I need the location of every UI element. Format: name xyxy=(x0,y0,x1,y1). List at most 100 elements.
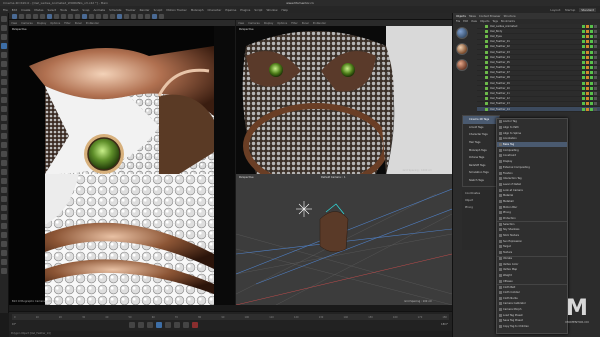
move-icon[interactable] xyxy=(33,13,38,19)
tag-icon[interactable] xyxy=(586,86,589,90)
menu-simulate[interactable]: Simulate xyxy=(109,8,121,12)
menu-tracker[interactable]: Tracker xyxy=(126,8,136,12)
tag-icon[interactable] xyxy=(590,40,593,44)
menu-character[interactable]: Character xyxy=(208,8,222,12)
tag-icon[interactable] xyxy=(586,107,589,111)
tag-icon[interactable] xyxy=(590,29,593,33)
play-button[interactable] xyxy=(156,322,162,328)
end-frame[interactable]: 180 F xyxy=(441,323,448,326)
menu-motion-tracker[interactable]: Motion Tracker xyxy=(166,8,186,12)
go-to-start-button[interactable] xyxy=(129,322,135,328)
tag-icon[interactable] xyxy=(590,24,593,28)
scene-icon[interactable] xyxy=(1,232,7,238)
viewport-menu-panel[interactable]: Panel xyxy=(302,22,309,25)
model-mode-icon[interactable] xyxy=(1,70,7,76)
tag-icon[interactable] xyxy=(590,76,593,80)
viewport-menu-panel[interactable]: Panel xyxy=(75,22,82,25)
tag-icon[interactable] xyxy=(582,97,585,101)
light-icon[interactable] xyxy=(1,223,7,229)
context-menu-item[interactable]: Copy Tag to Children xyxy=(497,324,567,330)
tag-category-item[interactable]: Sketch Tags xyxy=(463,177,499,185)
tag-icon[interactable] xyxy=(590,86,593,90)
tag-category-item[interactable]: Arnold Tags xyxy=(463,124,499,132)
render-settings-icon[interactable] xyxy=(103,13,108,19)
timeline-ruler[interactable]: 0 10 20 30 40 50 60 70 80 90 100 110 120 130 140 150 160… xyxy=(12,314,449,320)
floor-icon[interactable] xyxy=(145,13,150,19)
tag-icon[interactable] xyxy=(594,50,597,54)
fps-icon[interactable] xyxy=(1,241,7,247)
tag-icon[interactable] xyxy=(594,29,597,33)
tag-icon[interactable] xyxy=(586,50,589,54)
tag-icon[interactable] xyxy=(582,76,585,80)
texture-mode-icon[interactable] xyxy=(1,79,7,85)
menu-create[interactable]: Create xyxy=(21,8,30,12)
tag-icon[interactable] xyxy=(582,102,585,106)
om-menu-file[interactable]: File xyxy=(456,20,460,23)
redo-icon[interactable] xyxy=(1,25,7,31)
edges-mode-icon[interactable] xyxy=(1,97,7,103)
tag-icon[interactable] xyxy=(586,76,589,80)
tag-icon[interactable] xyxy=(582,60,585,64)
material-thumb[interactable] xyxy=(456,43,468,55)
undo-icon[interactable] xyxy=(12,13,17,19)
tag-icon[interactable] xyxy=(594,66,597,70)
viewport-menu-options[interactable]: Options xyxy=(50,22,60,25)
tag-icon[interactable] xyxy=(594,60,597,64)
tag-icon[interactable] xyxy=(586,24,589,28)
tag-icon[interactable] xyxy=(590,97,593,101)
go-to-end-button[interactable] xyxy=(183,322,189,328)
menu-render[interactable]: Render xyxy=(140,8,150,12)
coord-system-icon[interactable] xyxy=(82,13,87,19)
tag-icon[interactable] xyxy=(590,81,593,85)
camera-icon[interactable] xyxy=(1,214,7,220)
tag-icon[interactable] xyxy=(582,81,585,85)
next-key-button[interactable] xyxy=(174,322,180,328)
paint-icon[interactable] xyxy=(1,178,7,184)
tag-icon[interactable] xyxy=(590,71,593,75)
tag-icon[interactable] xyxy=(586,81,589,85)
menu-plugins[interactable]: Plugins xyxy=(240,8,250,12)
previous-frame-button[interactable] xyxy=(147,322,153,328)
viewport-menu-options[interactable]: Options xyxy=(277,22,287,25)
grid-icon[interactable] xyxy=(1,187,7,193)
tag-icon[interactable] xyxy=(586,66,589,70)
om-menu-bookmarks[interactable]: Bookmarks xyxy=(501,20,515,23)
tag-icon[interactable] xyxy=(586,45,589,49)
layers-icon[interactable] xyxy=(1,268,7,274)
menu-animate[interactable]: Animate xyxy=(93,8,105,12)
menu-edit[interactable]: Edit xyxy=(12,8,17,12)
tag-icon[interactable] xyxy=(590,55,593,59)
tab-content-browser[interactable]: Content Browser xyxy=(479,15,501,18)
render-icon[interactable] xyxy=(1,196,7,202)
pen-icon[interactable] xyxy=(117,13,122,19)
om-menu-tags[interactable]: Tags xyxy=(492,20,498,23)
viewport-top-right[interactable]: Perspective Grid Spacing : 1000 cm xyxy=(236,26,452,174)
tab-takes[interactable]: Takes xyxy=(469,15,476,18)
scale-icon[interactable] xyxy=(1,52,7,58)
menu-sculpt[interactable]: Sculpt xyxy=(154,8,163,12)
deformer-icon[interactable] xyxy=(138,13,143,19)
tag-icon[interactable] xyxy=(586,29,589,33)
render-view-icon[interactable] xyxy=(89,13,94,19)
cube-icon[interactable] xyxy=(110,13,115,19)
menu-pipeline[interactable]: Pipeline xyxy=(225,8,236,12)
tag-icon[interactable] xyxy=(586,71,589,75)
help-icon[interactable] xyxy=(1,250,7,256)
lock-icon[interactable] xyxy=(1,205,7,211)
menu-file[interactable]: File xyxy=(3,8,8,12)
tag-icon[interactable] xyxy=(590,92,593,96)
array-icon[interactable] xyxy=(131,13,136,19)
tag-icon[interactable] xyxy=(582,55,585,59)
next-frame-button[interactable] xyxy=(165,322,171,328)
workplane-icon[interactable] xyxy=(1,133,7,139)
tag-category-item[interactable]: Simulation Tags xyxy=(463,169,499,177)
om-menu-objects[interactable]: Objects xyxy=(480,20,489,23)
record-button[interactable] xyxy=(192,322,198,328)
menu-window[interactable]: Window xyxy=(266,8,277,12)
tag-icon[interactable] xyxy=(582,86,585,90)
polygons-mode-icon[interactable] xyxy=(1,106,7,112)
tab-structure[interactable]: Structure xyxy=(504,15,516,18)
viewport-menu-filter[interactable]: Filter xyxy=(291,22,297,25)
recent-tools-icon[interactable] xyxy=(54,13,59,19)
solo-icon[interactable] xyxy=(1,151,7,157)
